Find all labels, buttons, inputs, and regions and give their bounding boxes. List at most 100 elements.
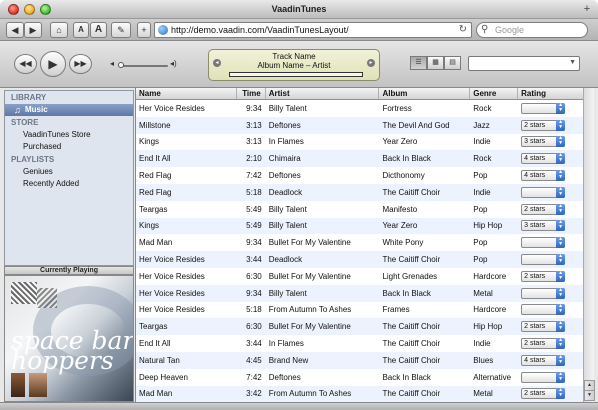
rating-select[interactable]: 2 stars ▲ ▼ (521, 119, 566, 131)
rating-select[interactable]: 2 stars ▲ ▼ (521, 388, 566, 400)
url-text[interactable]: http://demo.vaadin.com/VaadinTunesLayout… (171, 25, 349, 35)
table-row[interactable]: Her Voice Resides 5:18 From Autumn To Ashe… (136, 301, 583, 319)
sidebar-item-purchased[interactable]: Purchased (5, 141, 133, 153)
library-search-field[interactable]: ▼ (468, 56, 580, 71)
updown-arrow-icon[interactable]: ▲ ▼ (556, 270, 566, 282)
sidebar-item-store[interactable]: VaadinTunes Store (5, 129, 133, 141)
updown-arrow-icon[interactable]: ▲ ▼ (556, 220, 566, 232)
column-header-genre[interactable]: Genre (470, 88, 519, 99)
bookmark-button[interactable]: ✎ (111, 22, 131, 38)
rating-select[interactable]: 3 stars ▲ ▼ (521, 136, 566, 148)
table-row[interactable]: Kings 3:13 In Flames Year Zero Indie 3 stars ▲… (136, 133, 583, 151)
rating-select[interactable]: ▲ ▼ (521, 186, 566, 198)
table-row[interactable]: Teargas 6:30 Bullet For My Valentine The Ca… (136, 318, 583, 336)
vertical-scrollbar[interactable]: ▲ ▼ (583, 88, 595, 402)
track-artist-cell: Billy Talent (268, 221, 307, 231)
rating-select[interactable]: 2 stars ▲ ▼ (521, 270, 566, 282)
rating-select[interactable]: 2 stars ▲ ▼ (521, 321, 566, 333)
updown-arrow-icon[interactable]: ▲ ▼ (556, 170, 566, 182)
volume-track[interactable] (120, 65, 168, 67)
fast-forward-button[interactable]: ▶▶ (69, 54, 92, 74)
rating-select[interactable]: ▲ ▼ (521, 237, 566, 249)
updown-arrow-icon[interactable]: ▲ ▼ (556, 203, 566, 215)
sidebar-item-music[interactable]: ♫ Music (5, 104, 133, 116)
table-row[interactable]: Teargas 5:49 Billy Talent Manifesto Pop 2 sta… (136, 200, 583, 218)
table-row[interactable]: Kings 5:49 Billy Talent Year Zero Hip Hop 3 s… (136, 217, 583, 235)
table-row[interactable]: Her Voice Resides 9:34 Billy Talent Back In… (136, 284, 583, 302)
table-row[interactable]: Mad Man 9:34 Bullet For My Valentine White … (136, 234, 583, 252)
address-bar[interactable]: http://demo.vaadin.com/VaadinTunesLayout… (154, 22, 472, 38)
table-row[interactable]: Millstone 3:13 Deftones The Devil And God Ja… (136, 116, 583, 134)
column-header-rating[interactable]: Rating (518, 88, 583, 99)
volume-slider[interactable]: ◂ ◂) (110, 59, 180, 68)
rating-select[interactable]: 2 stars ▲ ▼ (521, 338, 566, 350)
track-artist-cell: Deadlock (268, 187, 303, 197)
home-button[interactable]: ⌂ (50, 22, 68, 38)
column-header-artist[interactable]: Artist (266, 88, 380, 99)
updown-arrow-icon[interactable]: ▲ ▼ (556, 338, 566, 350)
grid-view-button[interactable]: ▦ (427, 56, 444, 70)
track-artist-cell: Brand New (268, 355, 309, 365)
updown-arrow-icon[interactable]: ▲ ▼ (556, 388, 566, 400)
sidebar-item-recently-added[interactable]: Recently Added (5, 178, 133, 190)
updown-arrow-icon[interactable]: ▲ ▼ (556, 119, 566, 131)
rating-select[interactable]: ▲ ▼ (521, 371, 566, 383)
updown-arrow-icon[interactable]: ▲ ▼ (556, 254, 566, 266)
rating-select[interactable]: ▲ ▼ (521, 254, 566, 266)
table-row[interactable]: Her Voice Resides 6:30 Bullet For My Valen… (136, 267, 583, 285)
rating-select[interactable]: ▲ ▼ (521, 102, 566, 114)
updown-arrow-icon[interactable]: ▲ ▼ (556, 136, 566, 148)
play-button[interactable]: ▶ (40, 51, 66, 77)
column-header-album[interactable]: Album (379, 88, 471, 99)
reload-icon[interactable]: ↻ (459, 24, 467, 35)
back-button[interactable]: ◀ (6, 22, 24, 38)
coverflow-view-button[interactable]: ▤ (444, 56, 461, 70)
rewind-button[interactable]: ◀◀ (14, 54, 37, 74)
updown-arrow-icon[interactable]: ▲ ▼ (556, 321, 566, 333)
new-tab-icon[interactable]: + (580, 3, 594, 16)
chevron-down-icon[interactable]: ▼ (569, 59, 576, 66)
lcd-next-icon[interactable]: ▸ (367, 59, 375, 67)
scroll-down-button[interactable]: ▼ (584, 390, 595, 401)
table-row[interactable]: Natural Tan 4:45 Brand New The Caitiff Choi… (136, 351, 583, 369)
sidebar-item-geniues[interactable]: Geniues (5, 166, 133, 178)
track-artist-cell: Deadlock (268, 255, 303, 265)
text-bigger-button[interactable]: A (90, 22, 107, 38)
table-row[interactable]: End It All 3:44 In Flames The Caitiff Choir… (136, 335, 583, 352)
volume-knob[interactable] (118, 62, 124, 68)
column-header-name[interactable]: Name (136, 88, 237, 99)
updown-arrow-icon[interactable]: ▲ ▼ (556, 354, 566, 366)
track-name-cell: Kings (139, 221, 160, 231)
table-row[interactable]: Red Flag 7:42 Deftones Dicthonomy Pop 4 stars… (136, 167, 583, 184)
updown-arrow-icon[interactable]: ▲ ▼ (556, 153, 566, 165)
rating-select[interactable]: 3 stars ▲ ▼ (521, 220, 566, 232)
rating-select[interactable]: 4 stars ▲ ▼ (521, 170, 566, 182)
table-row[interactable]: Her Voice Resides 9:34 Billy Talent Fortres… (136, 100, 583, 117)
track-time-cell: 5:49 (246, 204, 262, 214)
updown-arrow-icon[interactable]: ▲ ▼ (556, 237, 566, 249)
rating-select[interactable]: 2 stars ▲ ▼ (521, 203, 566, 215)
track-rating-cell: 2 stars ▲ ▼ (518, 203, 583, 215)
table-row[interactable]: Deep Heaven 7:42 Deftones Back In Black Alte… (136, 368, 583, 386)
updown-arrow-icon[interactable]: ▲ ▼ (556, 102, 566, 114)
rating-select[interactable]: ▲ ▼ (521, 304, 566, 316)
track-progress-bar[interactable] (229, 72, 363, 77)
browser-search-field[interactable]: ⚲ Google (476, 22, 588, 38)
forward-button[interactable]: ▶ (24, 22, 42, 38)
rating-select[interactable]: ▲ ▼ (521, 287, 566, 299)
updown-arrow-icon[interactable]: ▲ ▼ (556, 371, 566, 383)
rating-select[interactable]: 4 stars ▲ ▼ (521, 354, 566, 366)
table-row[interactable]: Red Flag 5:18 Deadlock The Caitiff Choir Ind… (136, 183, 583, 201)
updown-arrow-icon[interactable]: ▲ ▼ (556, 287, 566, 299)
rating-select[interactable]: 4 stars ▲ ▼ (521, 153, 566, 165)
updown-arrow-icon[interactable]: ▲ ▼ (556, 186, 566, 198)
text-smaller-button[interactable]: A (73, 22, 89, 38)
table-row[interactable]: End It All 2:10 Chimaira Back In Black Rock 4… (136, 150, 583, 168)
music-note-icon: ♫ (14, 105, 21, 115)
table-row[interactable]: Mad Man 3:42 From Autumn To Ashes The Caiti… (136, 385, 583, 402)
updown-arrow-icon[interactable]: ▲ ▼ (556, 304, 566, 316)
table-row[interactable]: Her Voice Resides 3:44 Deadlock The Caitiff… (136, 251, 583, 268)
add-bookmark-button[interactable]: + (137, 22, 151, 38)
column-header-time[interactable]: Time (237, 88, 266, 99)
list-view-button[interactable]: ☰ (410, 56, 427, 70)
